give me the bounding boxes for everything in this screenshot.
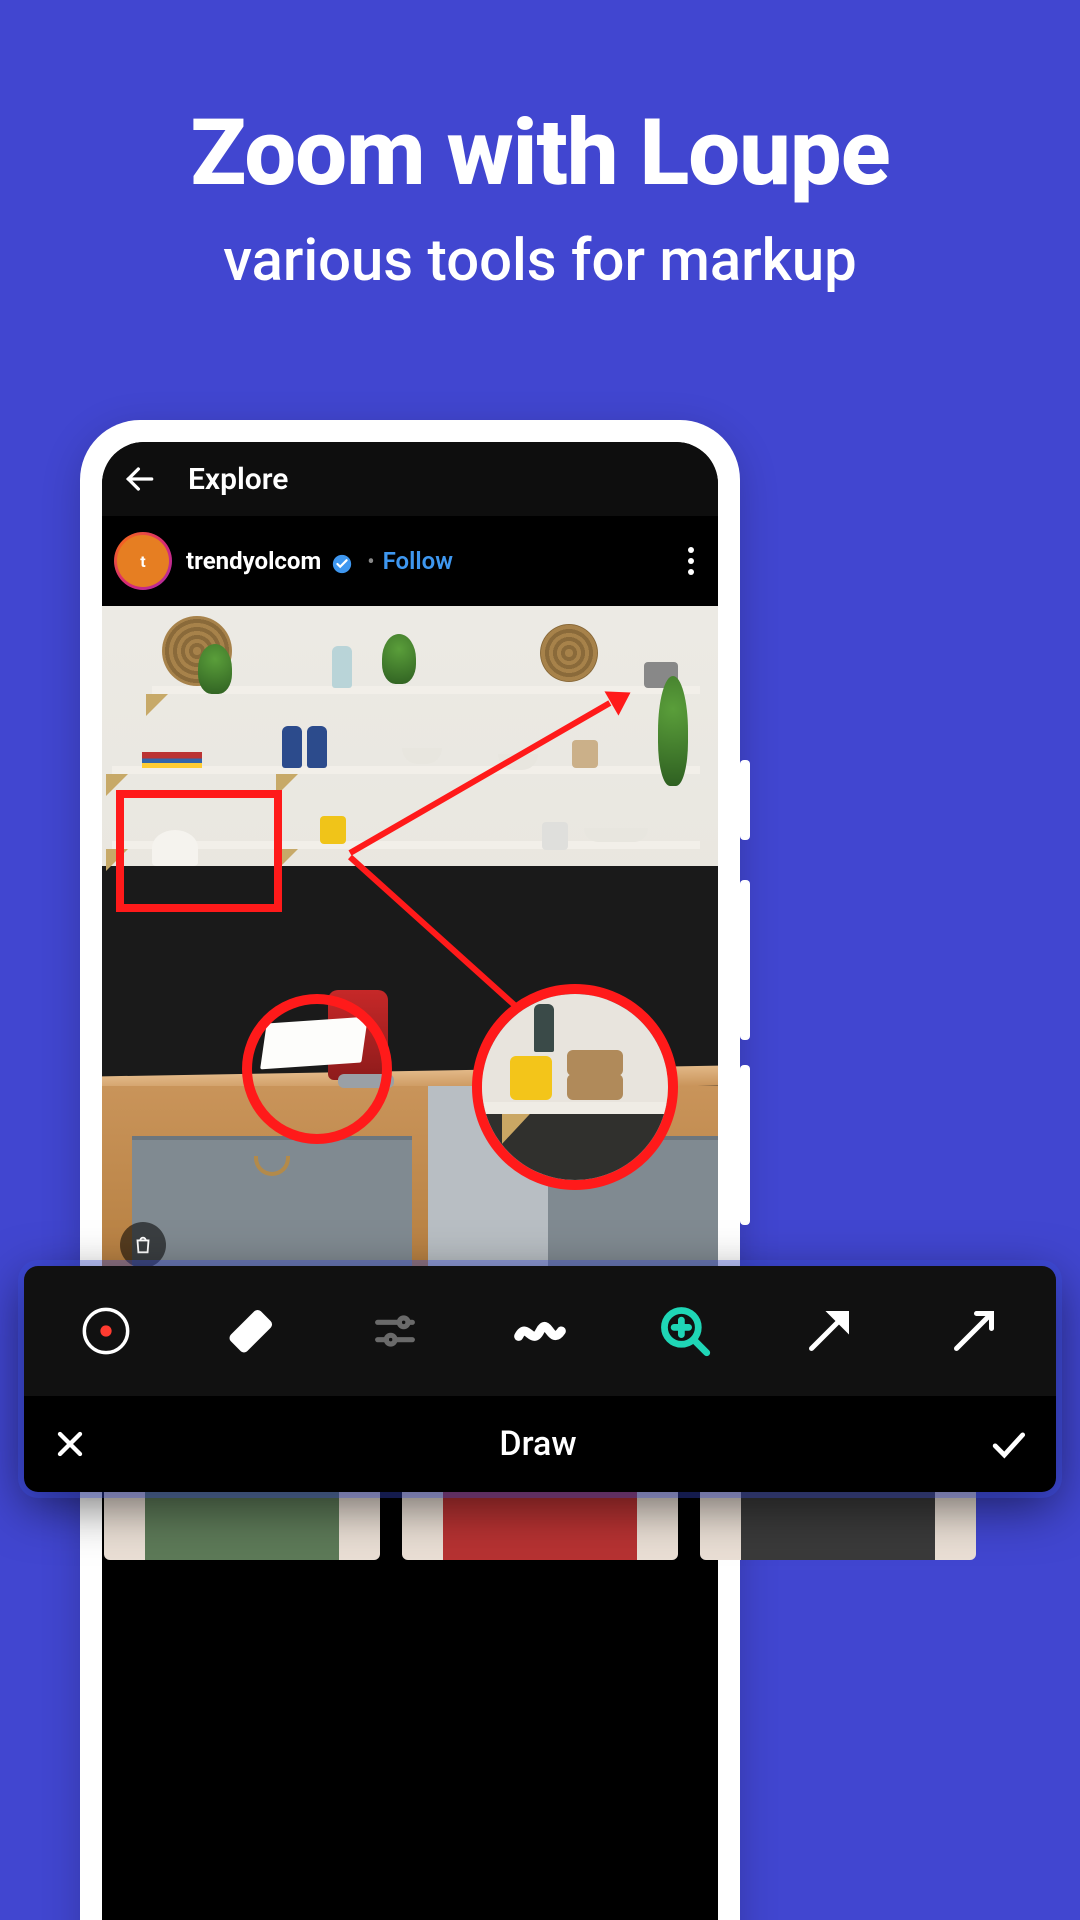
toolbar-tools-row <box>24 1266 1056 1396</box>
tool-record-icon[interactable] <box>61 1286 151 1376</box>
tool-scribble-icon[interactable] <box>495 1286 585 1376</box>
post-image[interactable] <box>102 606 718 1286</box>
username[interactable]: trendyolcom <box>186 547 321 575</box>
annotation-rectangle[interactable] <box>116 790 282 912</box>
back-icon[interactable] <box>120 459 160 499</box>
annotation-arrow[interactable] <box>349 700 612 855</box>
follow-button[interactable]: Follow <box>383 547 453 575</box>
phone-side-buttons <box>740 760 750 1225</box>
tool-arrow-thin-icon[interactable] <box>929 1286 1019 1376</box>
post-header: t trendyolcom • Follow <box>102 516 718 606</box>
promo-title: Zoom with Loupe <box>0 100 1080 207</box>
annotation-loupe[interactable] <box>472 984 678 1190</box>
close-icon[interactable] <box>50 1424 90 1464</box>
avatar[interactable]: t <box>114 532 172 590</box>
markup-toolbar: Draw <box>24 1266 1056 1492</box>
shopping-bag-icon[interactable] <box>120 1222 166 1268</box>
app-topbar: Explore <box>102 442 718 516</box>
toolbar-mode-label: Draw <box>90 1424 986 1464</box>
phone-frame: Explore t trendyolcom • Follow <box>80 420 740 1920</box>
topbar-title: Explore <box>188 462 288 497</box>
more-options-icon[interactable] <box>676 547 706 575</box>
tool-arrow-filled-icon[interactable] <box>784 1286 874 1376</box>
post-header-text: trendyolcom • Follow <box>186 547 453 576</box>
annotation-circle[interactable] <box>242 994 392 1144</box>
tool-eraser-icon[interactable] <box>206 1286 296 1376</box>
toolbar-bottom-row: Draw <box>24 1396 1056 1492</box>
loupe-content <box>482 994 668 1180</box>
check-icon[interactable] <box>986 1422 1030 1466</box>
separator-dot: • <box>367 550 374 575</box>
promo-subtitle: various tools for markup <box>0 227 1080 295</box>
verified-badge-icon <box>331 553 353 575</box>
tool-sliders-icon[interactable] <box>350 1286 440 1376</box>
phone-screen: Explore t trendyolcom • Follow <box>102 442 718 1920</box>
tool-magnify-icon[interactable] <box>640 1286 730 1376</box>
